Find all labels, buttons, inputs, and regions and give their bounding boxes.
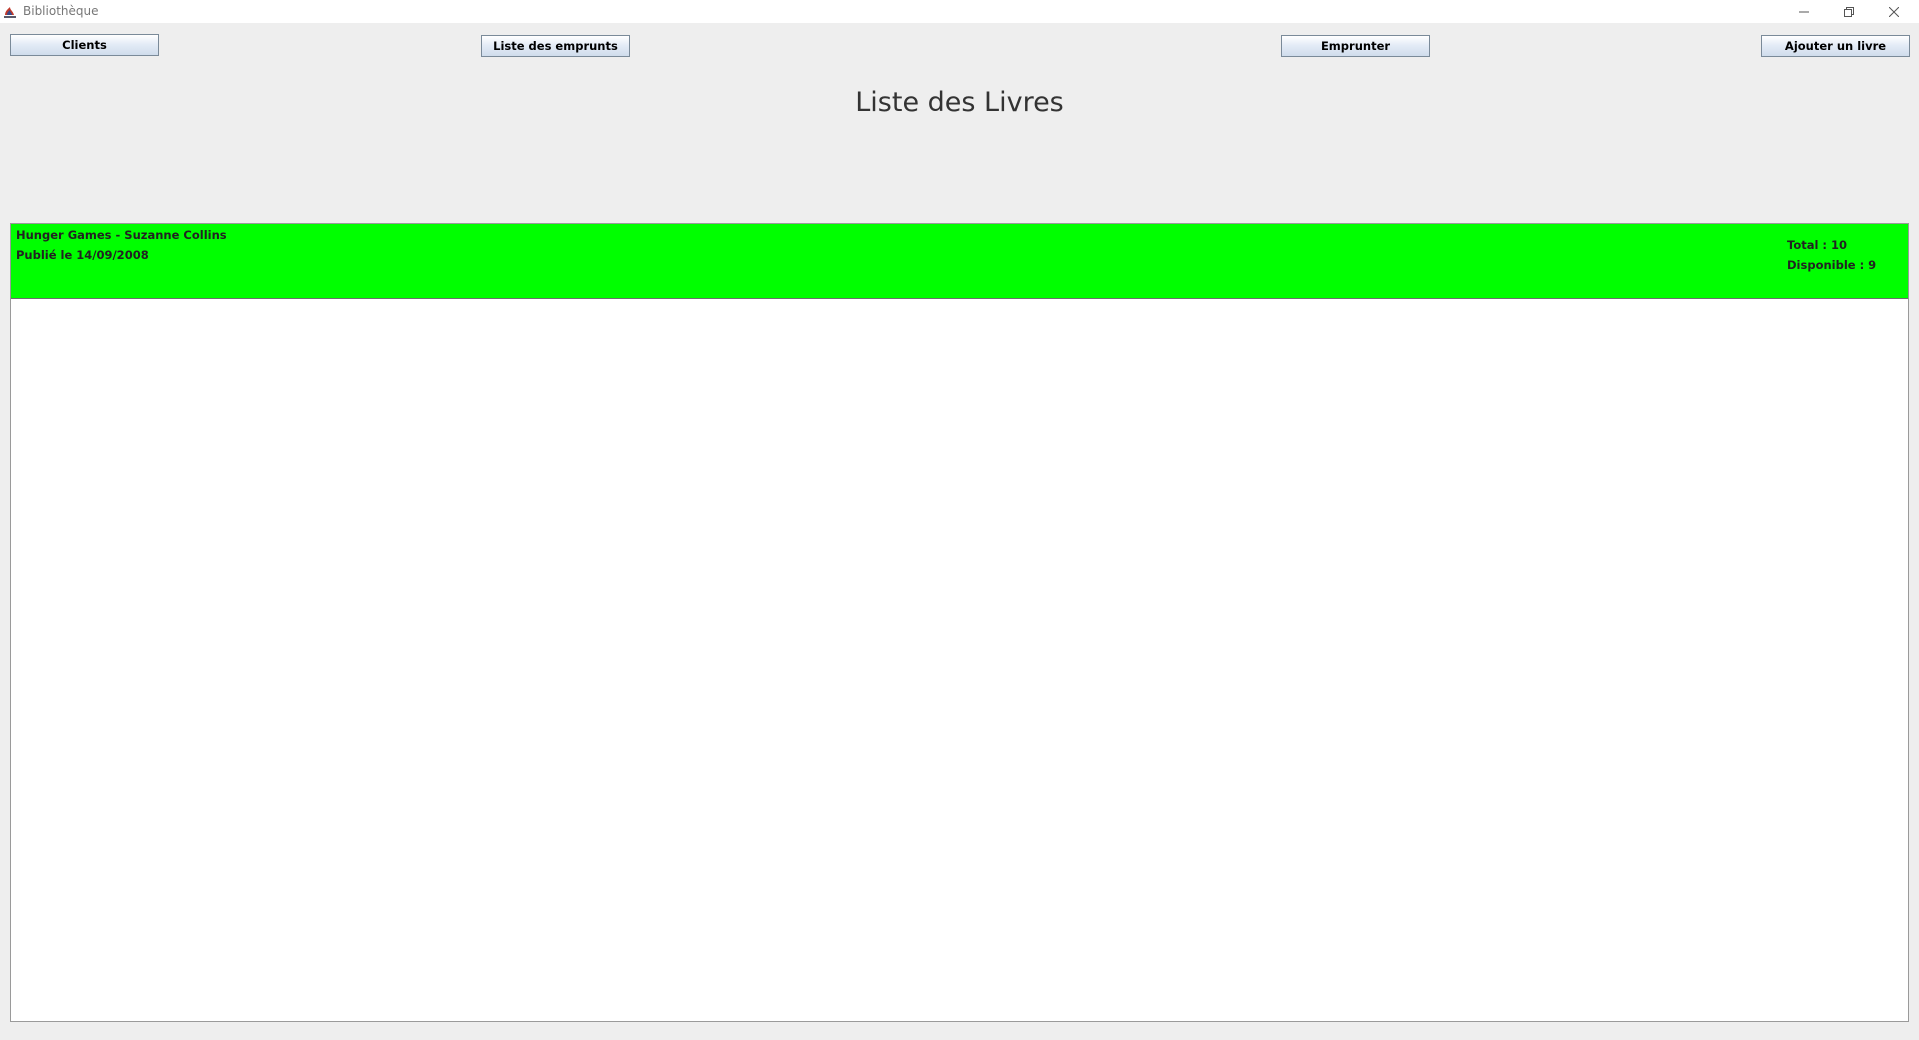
app-window: Bibliothèque Clients Liste des emprunts … — [0, 0, 1919, 1040]
book-title-author: Hunger Games - Suzanne Collins — [16, 228, 227, 242]
book-list[interactable]: Hunger Games - Suzanne Collins Publié le… — [10, 223, 1909, 1022]
restore-button[interactable] — [1826, 0, 1871, 23]
java-app-icon — [2, 4, 18, 20]
close-button[interactable] — [1871, 0, 1916, 23]
borrow-button[interactable]: Emprunter — [1281, 35, 1430, 57]
list-item[interactable]: Hunger Games - Suzanne Collins Publié le… — [11, 224, 1908, 299]
loans-list-button[interactable]: Liste des emprunts — [481, 35, 630, 57]
title-bar[interactable]: Bibliothèque — [0, 0, 1919, 23]
page-title: Liste des Livres — [855, 87, 1064, 118]
clients-button[interactable]: Clients — [10, 34, 159, 56]
window-title: Bibliothèque — [23, 4, 99, 18]
restore-icon — [1843, 6, 1854, 17]
minimize-icon — [1798, 7, 1809, 17]
book-total-count: Total : 10 — [1787, 238, 1848, 252]
minimize-button[interactable] — [1781, 0, 1826, 23]
book-available-count: Disponible : 9 — [1787, 258, 1877, 272]
add-book-button[interactable]: Ajouter un livre — [1761, 35, 1910, 57]
close-icon — [1888, 6, 1899, 17]
book-publication-date: Publié le 14/09/2008 — [16, 248, 149, 262]
